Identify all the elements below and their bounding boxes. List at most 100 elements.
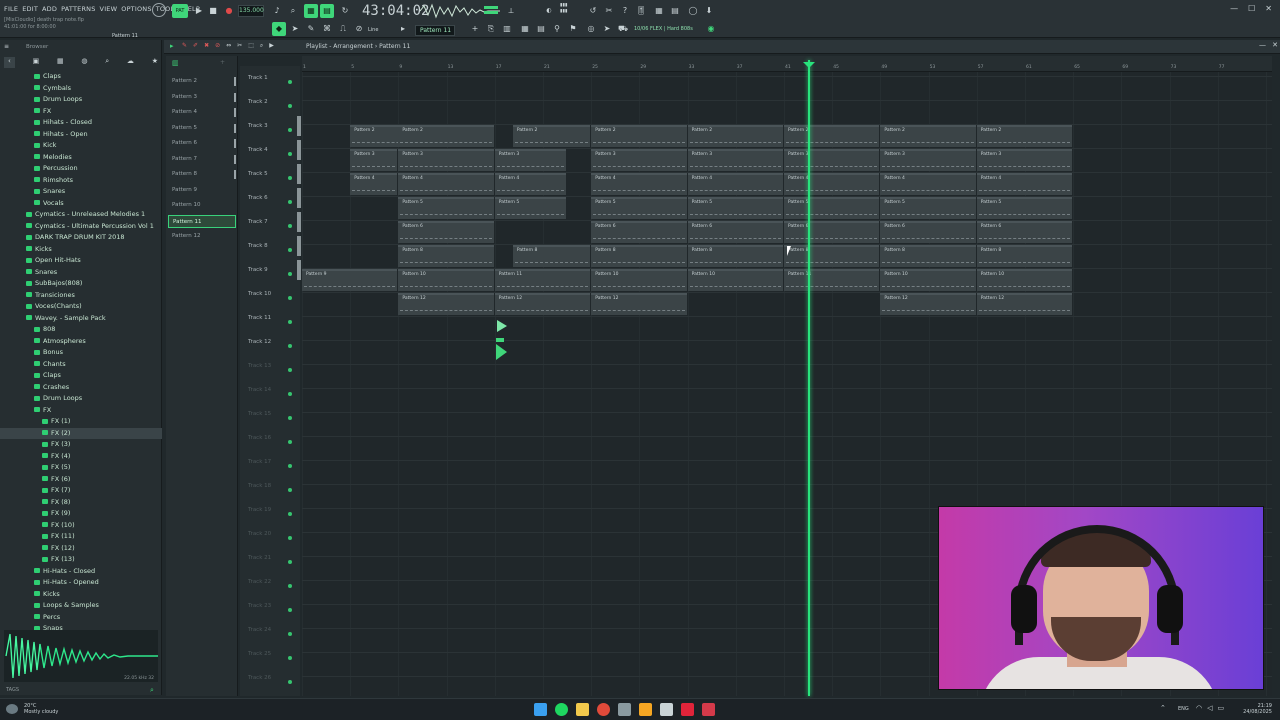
clock[interactable]: 21:19 24/08/2025 bbox=[1243, 703, 1272, 715]
pattern-list-item[interactable]: Pattern 7 bbox=[168, 153, 236, 166]
browser-item[interactable]: Vocals bbox=[0, 198, 162, 210]
track-header[interactable]: Track 2 bbox=[240, 90, 298, 114]
browser-item[interactable]: Cymatics - Ultimate Percussion Vol 1 bbox=[0, 221, 162, 233]
track-mute-led[interactable] bbox=[288, 80, 292, 84]
tool-arrow-icon[interactable]: ➤ bbox=[288, 22, 302, 36]
pattern-clip[interactable]: Pattern 6 bbox=[398, 221, 494, 243]
pattern-list-item[interactable]: Pattern 2 bbox=[168, 75, 236, 88]
browser-collapse-icon[interactable]: ‹ bbox=[4, 57, 15, 68]
track-header[interactable]: Track 26 bbox=[240, 666, 298, 690]
track-mute-led[interactable] bbox=[288, 488, 292, 492]
playlist-tool-zoom-icon[interactable]: ⌕ bbox=[260, 42, 263, 50]
pattern-clip[interactable]: Pattern 8 bbox=[976, 245, 1073, 267]
youtube-icon[interactable] bbox=[681, 703, 694, 716]
browser-item[interactable]: Melodies bbox=[0, 152, 162, 164]
typing-keyboard-icon[interactable]: ▦ bbox=[304, 4, 318, 18]
chat-icon[interactable]: ◯ bbox=[686, 4, 700, 18]
browser-item[interactable]: FX (2) bbox=[0, 427, 162, 439]
pattern-clip[interactable]: Pattern 8 bbox=[398, 245, 494, 267]
browser-search-icon[interactable]: ⌕ bbox=[105, 57, 109, 68]
pattern-clip[interactable]: Pattern 4 bbox=[784, 173, 880, 195]
pattern-clip[interactable]: Pattern 8 bbox=[880, 245, 976, 267]
clone-pattern-icon[interactable]: ⎘ bbox=[484, 22, 498, 36]
browser-item[interactable]: SubBajos(808) bbox=[0, 278, 162, 290]
track-mute-led[interactable] bbox=[288, 656, 292, 660]
track-header[interactable]: Track 6 bbox=[240, 186, 301, 210]
pattern-clip[interactable]: Pattern 12 bbox=[880, 293, 976, 315]
track-header[interactable]: Track 5 bbox=[240, 162, 301, 186]
browser-item[interactable]: FX (12) bbox=[0, 543, 162, 555]
volume-icon[interactable]: ◁ bbox=[1207, 704, 1212, 712]
pattern-clip[interactable]: Pattern 2 bbox=[880, 125, 976, 147]
pattern-clip[interactable]: Pattern 4 bbox=[687, 173, 783, 195]
pattern-clip[interactable]: Pattern 10 bbox=[687, 269, 783, 291]
record-shortcut-icon[interactable]: ◎ bbox=[584, 22, 598, 36]
browser-item[interactable]: FX bbox=[0, 405, 162, 417]
pattern-list-item[interactable]: Pattern 11 bbox=[168, 214, 236, 228]
browser-item[interactable]: Rimshots bbox=[0, 175, 162, 187]
pattern-clip[interactable]: Pattern 10 bbox=[976, 269, 1073, 291]
browser-item[interactable]: Snares bbox=[0, 186, 162, 198]
browser-folder-icon[interactable]: ▣ bbox=[33, 57, 40, 68]
track-mute-led[interactable] bbox=[288, 296, 292, 300]
spotify-icon[interactable] bbox=[555, 703, 568, 716]
mixer-shortcut-icon[interactable]: ▥ bbox=[500, 22, 514, 36]
browser-cloud-icon[interactable]: ☁ bbox=[127, 57, 134, 68]
pattern-clip[interactable]: Pattern 6 bbox=[976, 221, 1073, 243]
browser-item[interactable]: Hi-Hats - Opened bbox=[0, 577, 162, 589]
pattern-clip[interactable]: Pattern 3 bbox=[687, 149, 783, 171]
pattern-clip[interactable]: Pattern 6 bbox=[591, 221, 687, 243]
timeline-ruler[interactable]: 1 5 9 13 17 21 25 29 33 37 41 45 49 53 57 61 65 69 73 77 bbox=[302, 56, 1272, 72]
pattern-clip[interactable]: Pattern 12 bbox=[976, 293, 1073, 315]
menu-item-options[interactable]: OPTIONS bbox=[121, 5, 151, 13]
pattern-clip[interactable]: Pattern 3 bbox=[784, 149, 880, 171]
menu-item-view[interactable]: VIEW bbox=[100, 5, 118, 13]
record-button[interactable]: ● bbox=[222, 4, 236, 18]
pattern-clip[interactable]: Pattern 4 bbox=[976, 173, 1073, 195]
pattern-clip[interactable]: Pattern 5 bbox=[976, 197, 1073, 219]
pattern-list-item[interactable]: Pattern 10 bbox=[168, 199, 236, 212]
track-header[interactable]: Track 12 bbox=[240, 330, 298, 354]
track-mute-led[interactable] bbox=[288, 464, 292, 468]
browser-item[interactable]: FX (8) bbox=[0, 497, 162, 509]
track-mute-led[interactable] bbox=[288, 248, 292, 252]
playlist-tool-slip-icon[interactable]: ⇔ bbox=[226, 42, 231, 50]
browser-sync-icon[interactable]: ◍ bbox=[81, 57, 87, 68]
pattern-picker-add-icon[interactable]: + bbox=[220, 59, 225, 66]
browser-item[interactable]: Kicks bbox=[0, 589, 162, 601]
pattern-clip[interactable]: Pattern 10 bbox=[591, 269, 687, 291]
snap-icon[interactable]: ◆ bbox=[272, 22, 286, 36]
browser-item[interactable]: Percs bbox=[0, 612, 162, 624]
browser-item[interactable]: FX (10) bbox=[0, 520, 162, 532]
playlist-tool-select-icon[interactable]: ⬚ bbox=[248, 42, 254, 50]
browser-item[interactable]: Bonus bbox=[0, 347, 162, 359]
pattern-clip[interactable]: Pattern 2 bbox=[398, 125, 494, 147]
playlist-tool-mute-icon[interactable]: ⊘ bbox=[215, 42, 220, 50]
pattern-picker-icon[interactable]: ▥ bbox=[172, 59, 179, 67]
pattern-clip[interactable]: Pattern 9 bbox=[302, 269, 398, 291]
pattern-clip[interactable]: Pattern 3 bbox=[880, 149, 976, 171]
pattern-clip[interactable]: Pattern 10 bbox=[880, 269, 976, 291]
pattern-clip[interactable]: Pattern 6 bbox=[687, 221, 783, 243]
playlist-tool-brush-icon[interactable]: ✐ bbox=[193, 42, 198, 50]
browser-item[interactable]: Cymatics - Unreleased Melodies 1 bbox=[0, 209, 162, 221]
pattern-selector[interactable]: Pattern 11 bbox=[415, 25, 455, 36]
track-header[interactable]: Track 16 bbox=[240, 426, 298, 450]
minimize-icon[interactable]: — bbox=[1230, 4, 1238, 13]
pattern-clip[interactable]: Pattern 12 bbox=[494, 293, 591, 315]
maximize-icon[interactable]: ☐ bbox=[1248, 4, 1255, 13]
metronome-icon[interactable]: ♪ bbox=[270, 4, 284, 18]
pattern-clip[interactable]: Pattern 3 bbox=[350, 149, 398, 171]
menu-item-patterns[interactable]: PATTERNS bbox=[61, 5, 95, 13]
store-icon[interactable] bbox=[660, 703, 673, 716]
pattern-clip[interactable]: Pattern 4 bbox=[880, 173, 976, 195]
pattern-clip[interactable]: Pattern 2 bbox=[976, 125, 1073, 147]
track-header[interactable]: Track 20 bbox=[240, 522, 298, 546]
browser-item[interactable]: 808 bbox=[0, 324, 162, 336]
channel-rack-icon[interactable]: ▦ bbox=[652, 4, 666, 18]
pattern-clip[interactable]: Pattern 12 bbox=[398, 293, 494, 315]
pattern-clip[interactable]: Pattern 2 bbox=[687, 125, 783, 147]
pattern-clip[interactable]: Pattern 8 bbox=[591, 245, 687, 267]
playlist-minimize-icon[interactable]: — bbox=[1259, 41, 1266, 49]
tools-icon[interactable]: ✂ bbox=[602, 4, 616, 18]
